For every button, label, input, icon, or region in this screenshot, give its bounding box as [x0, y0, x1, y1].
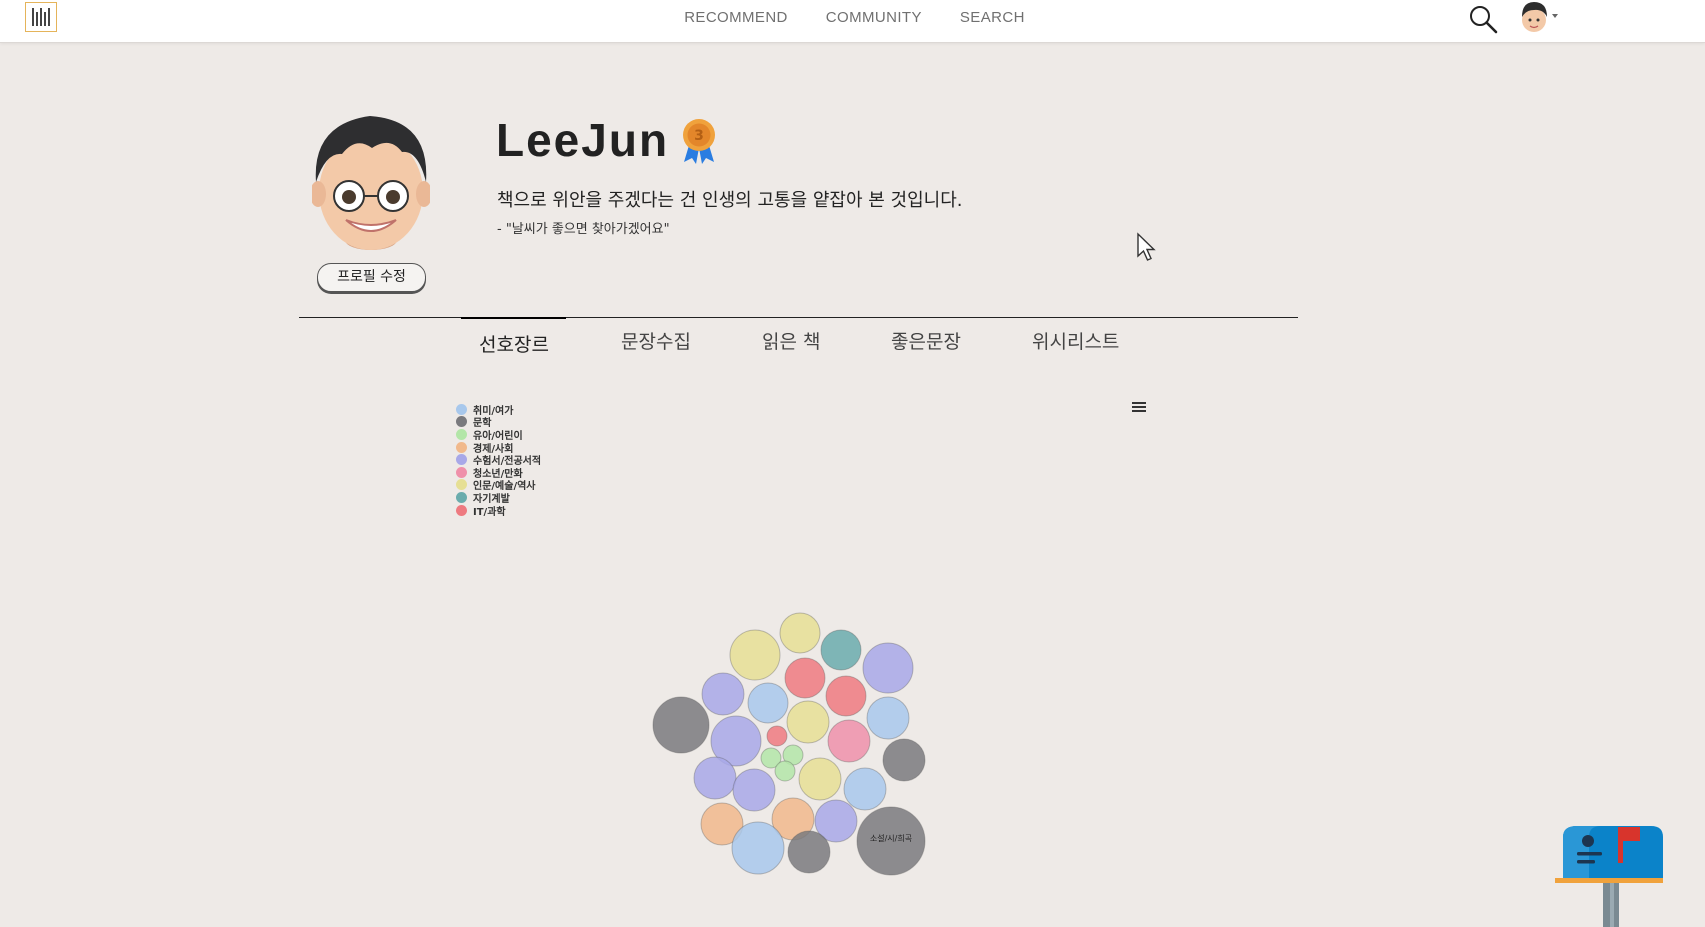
nav-community[interactable]: COMMUNITY [826, 0, 922, 36]
genre-bubble[interactable] [787, 830, 831, 874]
profile-avatar [312, 116, 430, 250]
genre-bubble[interactable] [729, 629, 781, 681]
genre-bubble[interactable] [701, 672, 745, 716]
tab-good-sentences[interactable]: 좋은문장 [891, 327, 961, 354]
tab-divider [299, 317, 1298, 318]
top-navbar: RECOMMEND COMMUNITY SEARCH [0, 0, 1705, 43]
genre-bubble-chart: 소설/시/희곡 [652, 612, 926, 876]
nav-search[interactable]: SEARCH [960, 0, 1025, 36]
genre-bubble[interactable] [825, 675, 867, 717]
genre-bubble[interactable] [652, 696, 710, 754]
genre-bubble[interactable] [693, 756, 737, 800]
profile-quote-source: - "날씨가 좋으면 찾아가겠어요" [497, 222, 670, 237]
genre-bubble[interactable] [766, 725, 788, 747]
profile-username: LeeJun [496, 114, 670, 166]
tab-read-books[interactable]: 읽은 책 [762, 327, 820, 354]
genre-bubble[interactable] [827, 719, 871, 763]
genre-bubble[interactable] [820, 629, 862, 671]
profile-quote: 책으로 위안을 주겠다는 건 인생의 고통을 얕잡아 본 것입니다. [497, 190, 963, 211]
genre-bubble[interactable] [784, 657, 826, 699]
mailbox-icon[interactable] [1553, 822, 1665, 927]
genre-bubble[interactable] [786, 700, 830, 744]
genre-bubble[interactable] [747, 682, 789, 724]
legend-swatch [456, 466, 467, 478]
legend-swatch [456, 416, 467, 428]
chart-menu-icon[interactable] [1130, 400, 1148, 416]
bronze-medal-icon: 3 [683, 119, 715, 164]
edit-profile-button[interactable]: 프로필 수정 [317, 263, 426, 292]
genre-bubble[interactable] [731, 821, 785, 875]
genre-bubble[interactable] [866, 696, 910, 740]
legend-item[interactable]: IT/과학 [456, 504, 541, 518]
legend-swatch [456, 454, 467, 466]
genre-bubble[interactable] [882, 738, 926, 782]
genre-bubble[interactable] [732, 768, 776, 812]
legend-swatch [456, 504, 467, 516]
tab-sentence-collection[interactable]: 문장수집 [621, 327, 691, 354]
legend-swatch [456, 479, 467, 491]
tab-preferred-genre[interactable]: 선호장르 [479, 330, 549, 357]
medal-rank: 3 [694, 128, 704, 144]
tab-wishlist[interactable]: 위시리스트 [1032, 327, 1119, 354]
genre-bubble[interactable] [774, 760, 796, 782]
legend-swatch [456, 441, 467, 453]
chevron-down-icon [1552, 14, 1558, 18]
genre-bubble[interactable] [862, 642, 914, 694]
legend-swatch [456, 403, 467, 415]
nav-recommend[interactable]: RECOMMEND [684, 0, 788, 36]
legend-item[interactable]: 취미/여가 [456, 403, 541, 417]
bubble-label: 소설/시/희곡 [870, 833, 912, 843]
genre-bubble[interactable] [843, 767, 887, 811]
main-nav: RECOMMEND COMMUNITY SEARCH [0, 0, 1705, 36]
genre-bubble[interactable] [779, 612, 821, 654]
legend-swatch [456, 428, 467, 440]
user-avatar-menu[interactable] [1519, 0, 1559, 36]
chart-legend: 취미/여가 문학 유아/어린이 경제/사회 수험서/전공서적 청소년/만화 인문… [456, 403, 541, 518]
search-icon[interactable] [1468, 4, 1498, 34]
mouse-cursor-icon [1137, 232, 1156, 261]
genre-bubble[interactable] [798, 757, 842, 801]
active-tab-indicator [461, 317, 566, 319]
legend-swatch [456, 491, 467, 503]
